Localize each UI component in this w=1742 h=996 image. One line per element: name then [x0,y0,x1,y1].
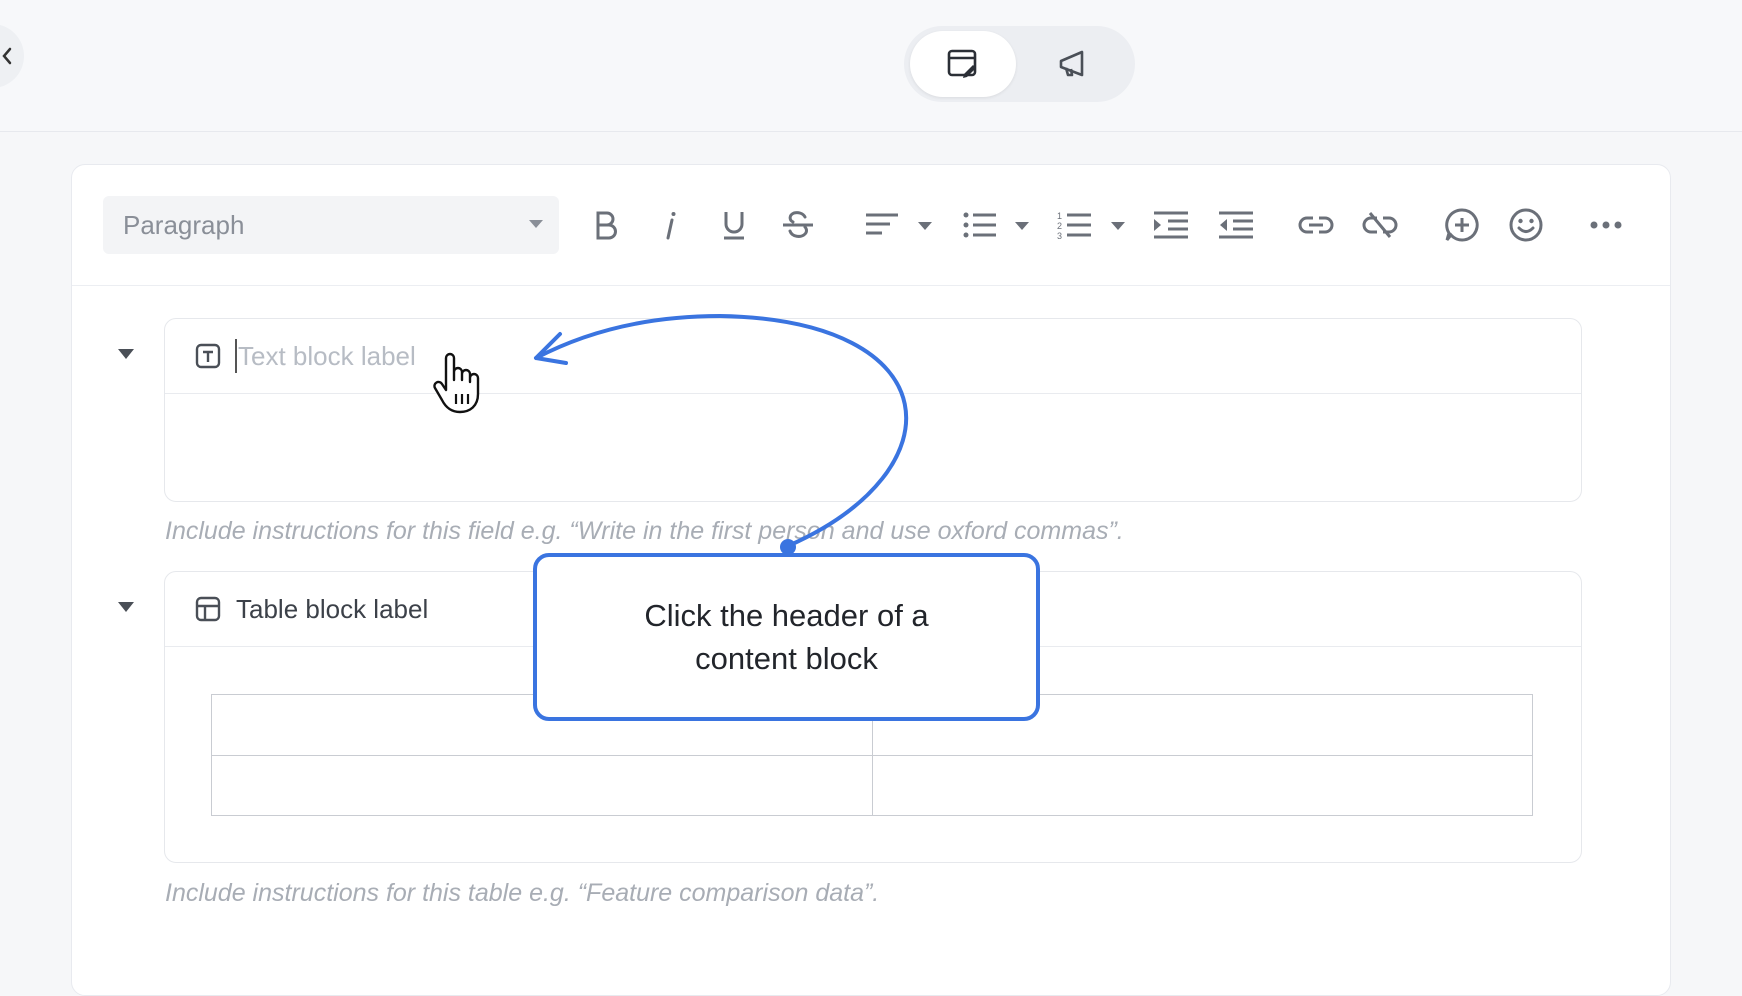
tutorial-callout: Click the header of a content block [533,553,1040,721]
hand-cursor-icon [433,352,480,414]
annotation-arrow [534,313,909,555]
callout-text: Click the header of a content block [644,598,929,676]
